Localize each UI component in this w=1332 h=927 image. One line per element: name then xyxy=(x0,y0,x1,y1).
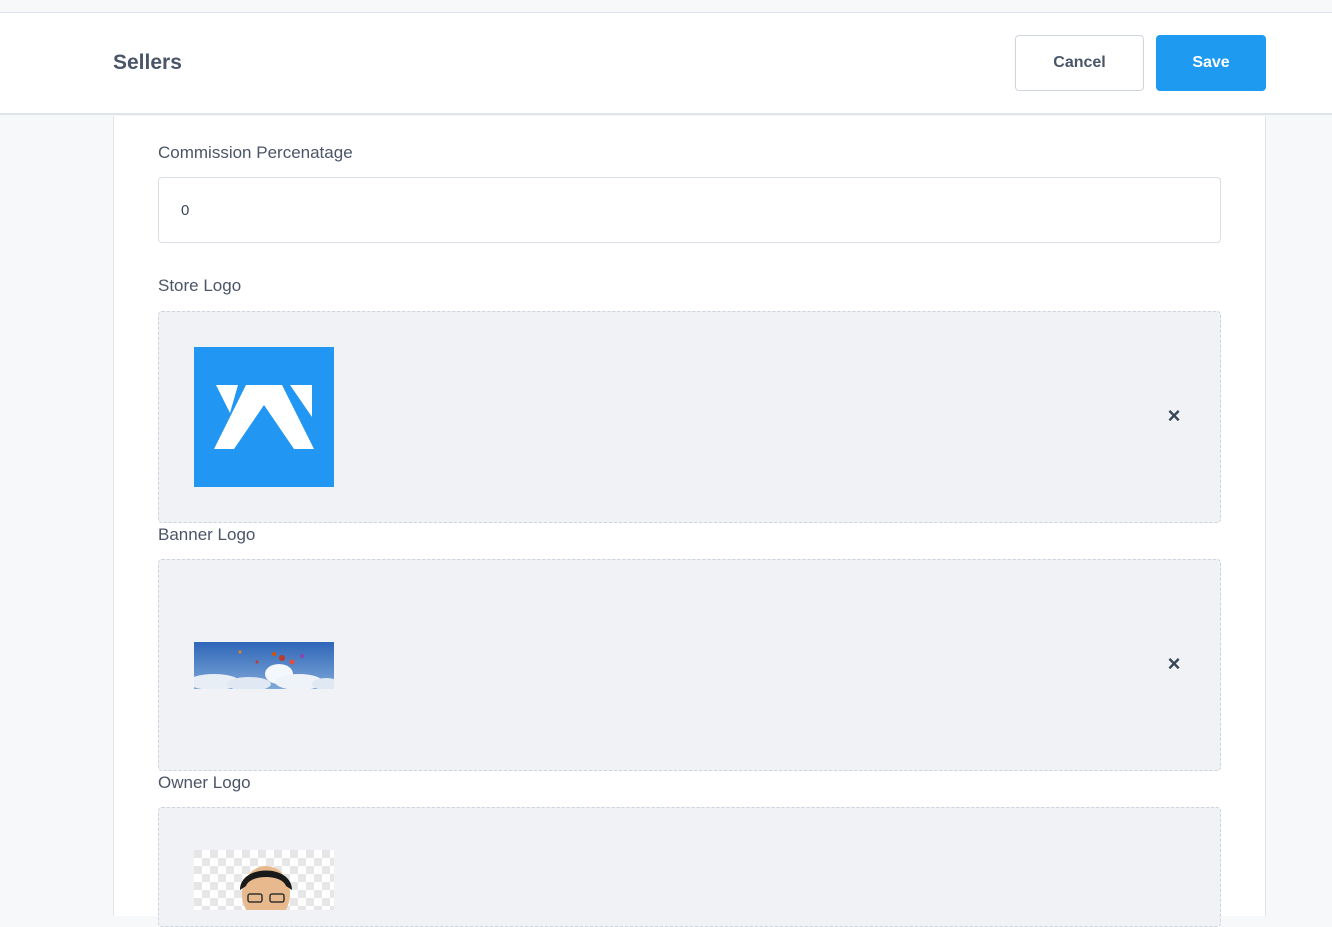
commission-input[interactable] xyxy=(158,177,1221,243)
store-logo-image xyxy=(194,347,334,487)
commission-label: Commission Percenatage xyxy=(158,143,353,162)
banner-logo-remove-icon[interactable]: × xyxy=(1163,653,1185,675)
banner-logo-label: Banner Logo xyxy=(158,525,256,544)
page-title: Sellers xyxy=(113,51,182,74)
owner-logo-image xyxy=(194,850,334,910)
store-logo-mark xyxy=(194,347,334,487)
store-logo-dropzone[interactable]: × xyxy=(158,311,1221,523)
save-button[interactable]: Save xyxy=(1156,35,1266,91)
owner-logo-avatar xyxy=(194,850,334,910)
page-header: Sellers Cancel Save xyxy=(0,13,1332,115)
store-logo-label: Store Logo xyxy=(158,276,242,295)
owner-logo-label: Owner Logo xyxy=(158,773,251,792)
banner-logo-dropzone[interactable]: × xyxy=(158,559,1221,771)
cancel-button[interactable]: Cancel xyxy=(1015,35,1144,91)
banner-logo-picture xyxy=(194,642,334,689)
owner-logo-dropzone[interactable] xyxy=(158,807,1221,927)
banner-logo-image xyxy=(194,642,334,689)
store-logo-remove-icon[interactable]: × xyxy=(1163,405,1185,427)
